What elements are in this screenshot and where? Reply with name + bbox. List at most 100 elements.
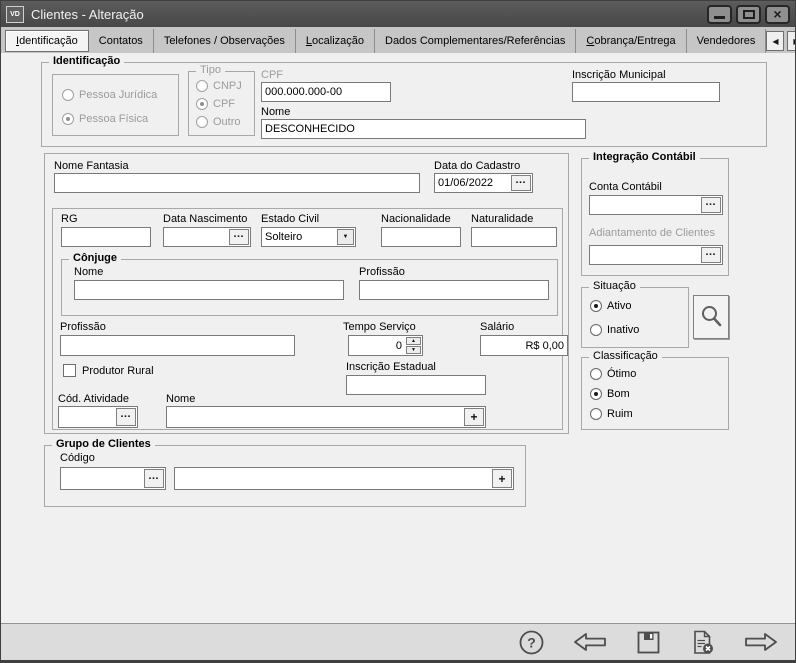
groupbox-identificacao: Identificação Pessoa Jurídica Pessoa Fís… [41, 62, 767, 147]
tab-scroll-right-button[interactable]: ▶ [787, 31, 796, 51]
minimize-button[interactable] [707, 5, 732, 24]
grupo-nome-input[interactable] [175, 468, 491, 489]
data-cadastro-label: Data do Cadastro [434, 160, 520, 172]
rg-label: RG [61, 213, 78, 225]
tab-vendedores[interactable]: Vendedores [687, 29, 767, 53]
estado-civil-dropdown-button[interactable]: ▼ [337, 229, 354, 245]
tempo-servico-input[interactable] [349, 336, 405, 355]
inscricao-municipal-input[interactable] [573, 83, 719, 101]
nacionalidade-input[interactable] [382, 228, 460, 246]
estado-civil-label: Estado Civil [261, 213, 319, 225]
groupbox-classificacao: Classificação Ótimo Bom Ruim [581, 357, 729, 430]
conjuge-profissao-label: Profissão [359, 266, 405, 278]
radio-tipo-outro[interactable]: Outro [196, 116, 241, 128]
title-bar: VD Clientes - Alteração × [1, 1, 795, 27]
atividade-nome-input[interactable] [167, 407, 463, 427]
grupo-nome-field-wrap: + [174, 467, 514, 490]
conjuge-nome-input[interactable] [75, 281, 343, 299]
radio-icon [196, 116, 208, 128]
inscricao-municipal-field-wrap [572, 82, 720, 102]
data-cadastro-input[interactable] [435, 174, 510, 192]
adiantamento-label: Adiantamento de Clientes [589, 227, 715, 239]
back-arrow-icon [572, 630, 608, 654]
grupo-codigo-input[interactable] [61, 468, 143, 489]
conta-contabil-input[interactable] [590, 196, 700, 214]
radio-tipo-cpf[interactable]: CPF [196, 98, 235, 110]
profissao-field-wrap [60, 335, 295, 356]
grupo-codigo-lookup-button[interactable]: … [144, 469, 164, 488]
cpf-input[interactable] [262, 83, 390, 101]
grupo-nome-add-button[interactable]: + [492, 469, 512, 488]
nome-input[interactable] [262, 120, 585, 138]
radio-pessoa-juridica[interactable]: Pessoa Jurídica [62, 89, 157, 101]
naturalidade-label: Naturalidade [471, 213, 533, 225]
nome-label: Nome [261, 106, 290, 118]
data-cadastro-picker-button[interactable]: … [511, 175, 531, 191]
naturalidade-field-wrap [471, 227, 557, 247]
radio-icon [62, 113, 74, 125]
atividade-nome-field-wrap: + [166, 406, 486, 428]
estado-civil-combobox[interactable]: ▼ [261, 227, 356, 247]
conjuge-profissao-input[interactable] [360, 281, 548, 299]
tab-localizacao[interactable]: Localização [296, 29, 375, 53]
spin-down-button[interactable]: ▼ [406, 346, 421, 354]
tab-contatos[interactable]: Contatos [89, 29, 154, 53]
groupbox-conjuge: Cônjuge Nome Profissão [61, 259, 558, 316]
clientes-window: VD Clientes - Alteração × Identificação … [0, 0, 796, 663]
tab-cobranca-entrega[interactable]: Cobrança/Entrega [576, 29, 686, 53]
radio-ativo[interactable]: Ativo [590, 300, 631, 312]
tab-scroll-arrows: ◀ ▶ [766, 29, 796, 53]
cpf-label: CPF [261, 69, 283, 81]
atividade-nome-add-button[interactable]: + [464, 408, 484, 426]
close-button[interactable]: × [765, 5, 790, 24]
adiantamento-input[interactable] [590, 246, 700, 264]
cod-atividade-field-wrap: … [58, 406, 138, 428]
radio-tipo-cnpj[interactable]: CNPJ [196, 80, 242, 92]
naturalidade-input[interactable] [472, 228, 556, 246]
window-controls: × [707, 5, 790, 24]
data-nascimento-picker-button[interactable]: … [229, 229, 249, 245]
radio-otimo[interactable]: Ótimo [590, 368, 636, 380]
tab-dados-complementares[interactable]: Dados Complementares/Referências [375, 29, 576, 53]
cancel-document-icon [689, 629, 716, 656]
adiantamento-lookup-button[interactable]: … [701, 247, 721, 263]
atividade-nome-label: Nome [166, 393, 195, 405]
radio-icon [590, 324, 602, 336]
groupbox-grupo-clientes: Grupo de Clientes Código … + [44, 445, 526, 507]
radio-pessoa-fisica[interactable]: Pessoa Física [62, 113, 148, 125]
maximize-button[interactable] [736, 5, 761, 24]
produtor-rural-checkbox[interactable]: Produtor Rural [63, 364, 154, 377]
conta-contabil-label: Conta Contábil [589, 181, 662, 193]
radio-ruim[interactable]: Ruim [590, 408, 633, 420]
radio-bom[interactable]: Bom [590, 388, 630, 400]
tab-telefones-observacoes[interactable]: Telefones / Observações [154, 29, 296, 53]
tab-identificacao[interactable]: Identificação [5, 30, 89, 52]
radio-icon [62, 89, 74, 101]
cancel-button[interactable] [689, 629, 716, 656]
conta-contabil-lookup-button[interactable]: … [701, 197, 721, 213]
search-button[interactable] [693, 295, 729, 339]
save-button[interactable] [635, 629, 662, 656]
groupbox-situacao-title: Situação [589, 280, 640, 292]
data-nascimento-input[interactable] [164, 228, 228, 246]
cod-atividade-input[interactable] [59, 407, 115, 427]
back-button[interactable] [572, 630, 608, 654]
tempo-servico-stepper: ▲ ▼ [348, 335, 423, 356]
rg-field-wrap [61, 227, 151, 247]
minimize-icon [714, 16, 725, 19]
forward-button[interactable] [743, 630, 779, 654]
cod-atividade-lookup-button[interactable]: … [116, 408, 136, 426]
nome-fantasia-input[interactable] [55, 174, 419, 192]
salario-label: Salário [480, 321, 514, 333]
spin-up-button[interactable]: ▲ [406, 337, 421, 345]
groupbox-classificacao-title: Classificação [589, 350, 662, 362]
help-button[interactable]: ? [518, 629, 545, 656]
tab-scroll-left-button[interactable]: ◀ [766, 31, 784, 51]
rg-input[interactable] [62, 228, 150, 246]
radio-inativo[interactable]: Inativo [590, 324, 639, 336]
inscricao-estadual-input[interactable] [347, 376, 485, 394]
profissao-input[interactable] [61, 336, 294, 355]
inscricao-estadual-field-wrap [346, 375, 486, 395]
grupo-codigo-label: Código [60, 452, 95, 464]
salario-input[interactable] [481, 336, 567, 355]
